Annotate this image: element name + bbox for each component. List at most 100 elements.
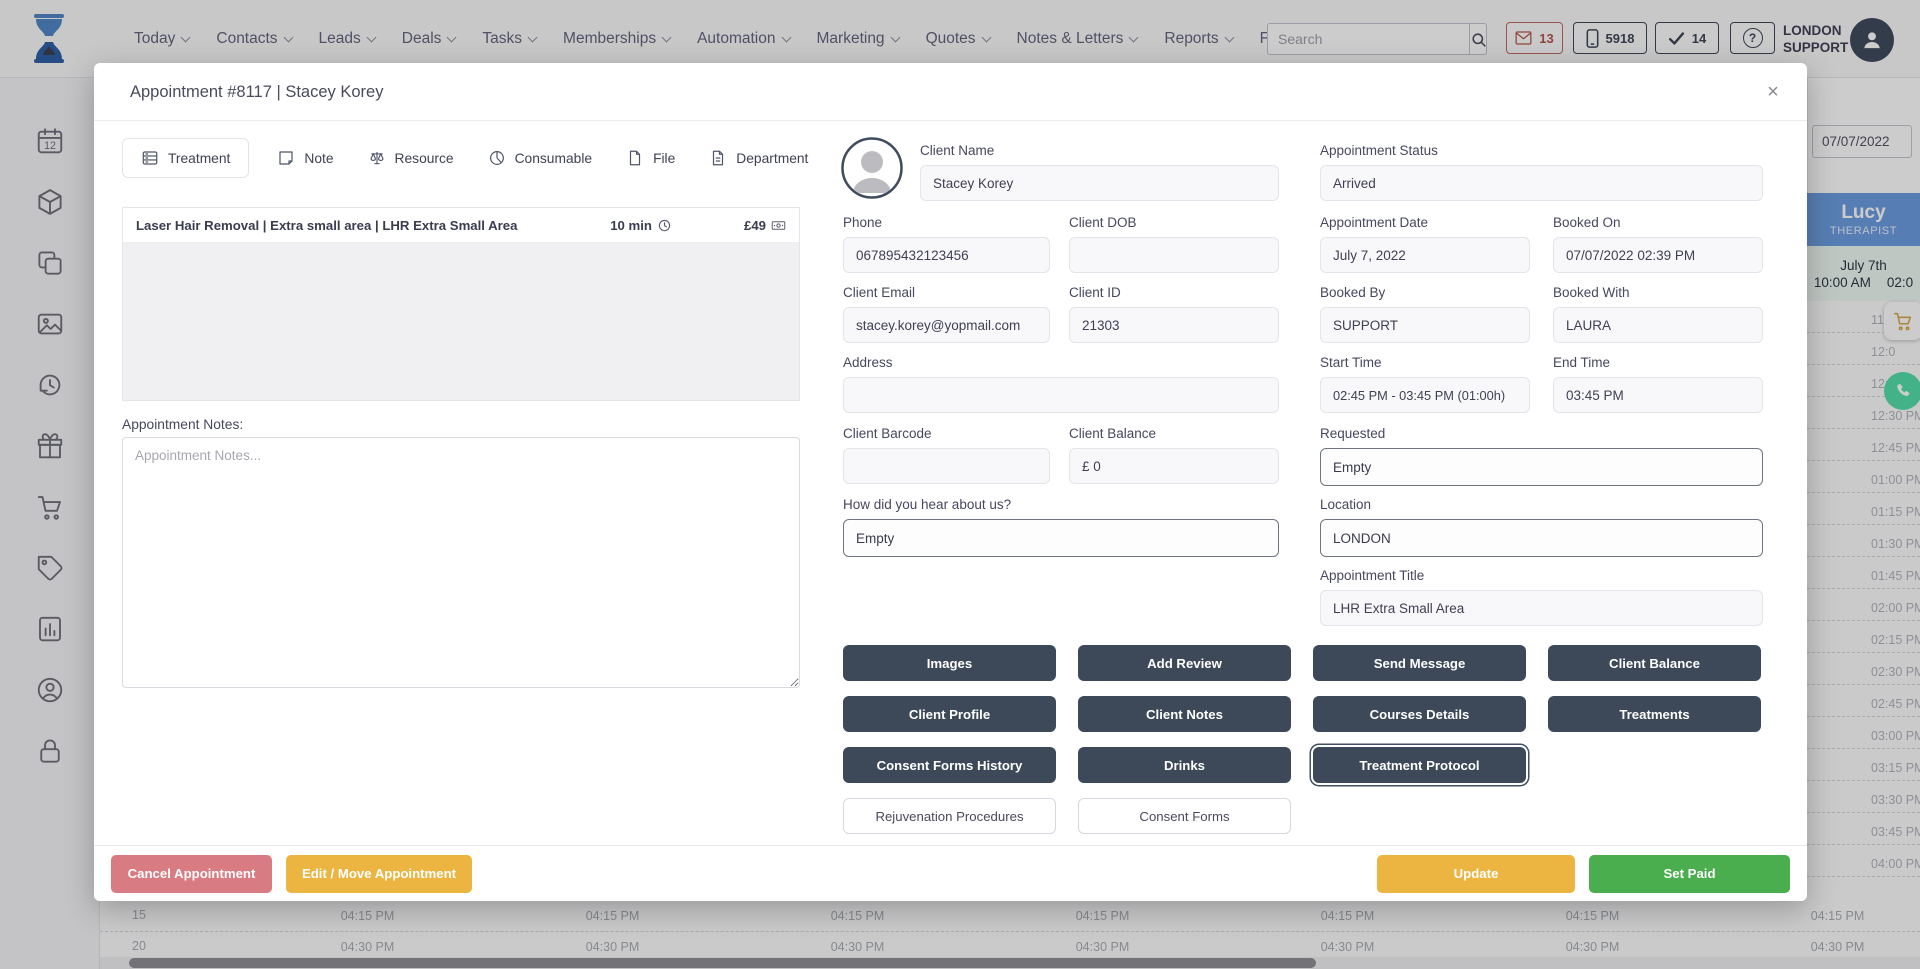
field-label: How did you hear about us? (843, 497, 1279, 512)
client-name-field[interactable]: Stacey Korey (920, 165, 1279, 201)
department-icon (709, 149, 727, 167)
field-label: Location (1320, 497, 1763, 512)
treatment-name: Laser Hair Removal | Extra small area | … (136, 218, 610, 233)
appointment-date-group: Appointment Date July 7, 2022 (1320, 215, 1530, 273)
images-button[interactable]: Images (843, 645, 1056, 681)
client-barcode-group: Client Barcode (843, 426, 1050, 484)
close-icon[interactable]: × (1761, 80, 1785, 104)
hear-about-group: How did you hear about us? Empty (843, 497, 1279, 557)
banknote-icon (771, 218, 786, 233)
modal-footer: Cancel Appointment Edit / Move Appointme… (94, 845, 1807, 901)
field-label: Requested (1320, 426, 1763, 441)
file-icon (626, 149, 644, 167)
treatment-protocol-button[interactable]: Treatment Protocol (1313, 747, 1526, 783)
clock-icon (657, 218, 672, 233)
treatments-button[interactable]: Treatments (1548, 696, 1761, 732)
page: Today Contacts Leads Deals Tasks Members… (0, 0, 1920, 969)
field-label: Booked By (1320, 285, 1530, 300)
requested-group: Requested Empty (1320, 426, 1763, 486)
client-id-group: Client ID 21303 (1069, 285, 1279, 343)
field-label: Appointment Date (1320, 215, 1530, 230)
tab-file[interactable]: File (620, 138, 681, 178)
add-review-button[interactable]: Add Review (1078, 645, 1291, 681)
client-balance-button[interactable]: Client Balance (1548, 645, 1761, 681)
field-label: Appointment Title (1320, 568, 1763, 583)
client-notes-button[interactable]: Client Notes (1078, 696, 1291, 732)
treatment-price: £49 (744, 218, 766, 233)
field-label: Client ID (1069, 285, 1279, 300)
send-message-button[interactable]: Send Message (1313, 645, 1526, 681)
treatment-row[interactable]: Laser Hair Removal | Extra small area | … (123, 208, 799, 243)
start-time-group: Start Time 02:45 PM - 03:45 PM (01:00h) (1320, 355, 1530, 413)
field-label: End Time (1553, 355, 1763, 370)
booked-on-field[interactable]: 07/07/2022 02:39 PM (1553, 237, 1763, 273)
rejuvenation-procedures-button[interactable]: Rejuvenation Procedures (843, 798, 1056, 834)
cancel-appointment-button[interactable]: Cancel Appointment (111, 855, 272, 893)
action-buttons: Images Add Review Send Message Client Ba… (843, 645, 1761, 834)
appointment-modal: Appointment #8117 | Stacey Korey × Treat… (94, 63, 1807, 901)
client-dob-group: Client DOB (1069, 215, 1279, 273)
consent-forms-history-button[interactable]: Consent Forms History (843, 747, 1056, 783)
tab-department[interactable]: Department (703, 138, 814, 178)
field-label: Client Name (920, 143, 1279, 158)
appointment-title-field[interactable]: LHR Extra Small Area (1320, 590, 1763, 626)
note-icon (277, 149, 295, 167)
field-label: Appointment Status (1320, 143, 1763, 158)
appointment-date-field[interactable]: July 7, 2022 (1320, 237, 1530, 273)
update-button[interactable]: Update (1377, 855, 1575, 893)
location-group: Location LONDON (1320, 497, 1763, 557)
end-time-field[interactable]: 03:45 PM (1553, 377, 1763, 413)
appointment-status-group: Appointment Status Arrived (1320, 143, 1763, 201)
phone-group: Phone 067895432123456 (843, 215, 1050, 273)
field-label: Client Barcode (843, 426, 1050, 441)
modal-title: Appointment #8117 | Stacey Korey (130, 63, 383, 121)
field-label: Booked With (1553, 285, 1763, 300)
client-id-field[interactable]: 21303 (1069, 307, 1279, 343)
field-label: Address (843, 355, 1279, 370)
tab-consumable[interactable]: Consumable (482, 138, 598, 178)
tab-resource[interactable]: Resource (362, 138, 460, 178)
treatment-duration: 10 min (610, 218, 652, 233)
consumable-pie-icon (488, 149, 506, 167)
appointment-title-group: Appointment Title LHR Extra Small Area (1320, 568, 1763, 626)
client-avatar (841, 137, 903, 199)
courses-details-button[interactable]: Courses Details (1313, 696, 1526, 732)
field-label: Client Email (843, 285, 1050, 300)
appointment-status-field[interactable]: Arrived (1320, 165, 1763, 201)
phone-field[interactable]: 067895432123456 (843, 237, 1050, 273)
booked-by-group: Booked By SUPPORT (1320, 285, 1530, 343)
booked-with-field[interactable]: LAURA (1553, 307, 1763, 343)
location-select[interactable]: LONDON (1320, 519, 1763, 557)
client-name-group: Client Name Stacey Korey (920, 143, 1279, 201)
field-label: Start Time (1320, 355, 1530, 370)
address-field[interactable] (843, 377, 1279, 413)
client-profile-button[interactable]: Client Profile (843, 696, 1056, 732)
field-label: Client Balance (1069, 426, 1279, 441)
consent-forms-button[interactable]: Consent Forms (1078, 798, 1291, 834)
client-email-group: Client Email stacey.korey@yopmail.com (843, 285, 1050, 343)
booked-with-group: Booked With LAURA (1553, 285, 1763, 343)
appointment-notes-label: Appointment Notes: (122, 417, 243, 432)
field-label: Booked On (1553, 215, 1763, 230)
tab-treatment[interactable]: Treatment (122, 138, 249, 178)
resource-scales-icon (368, 149, 386, 167)
field-label: Phone (843, 215, 1050, 230)
drinks-button[interactable]: Drinks (1078, 747, 1291, 783)
edit-move-appointment-button[interactable]: Edit / Move Appointment (286, 855, 472, 893)
tab-note[interactable]: Note (271, 138, 339, 178)
requested-select[interactable]: Empty (1320, 448, 1763, 486)
modal-header: Appointment #8117 | Stacey Korey × (94, 63, 1807, 121)
client-balance-field[interactable]: £ 0 (1069, 448, 1279, 484)
booked-by-field[interactable]: SUPPORT (1320, 307, 1530, 343)
appointment-notes-input[interactable] (122, 437, 800, 688)
field-label: Client DOB (1069, 215, 1279, 230)
client-dob-field[interactable] (1069, 237, 1279, 273)
address-group: Address (843, 355, 1279, 413)
client-email-field[interactable]: stacey.korey@yopmail.com (843, 307, 1050, 343)
hear-about-select[interactable]: Empty (843, 519, 1279, 557)
modal-tabs: Treatment Note Resource Consumable File … (122, 138, 814, 178)
set-paid-button[interactable]: Set Paid (1589, 855, 1790, 893)
booked-on-group: Booked On 07/07/2022 02:39 PM (1553, 215, 1763, 273)
start-time-field[interactable]: 02:45 PM - 03:45 PM (01:00h) (1320, 377, 1530, 413)
client-barcode-field[interactable] (843, 448, 1050, 484)
